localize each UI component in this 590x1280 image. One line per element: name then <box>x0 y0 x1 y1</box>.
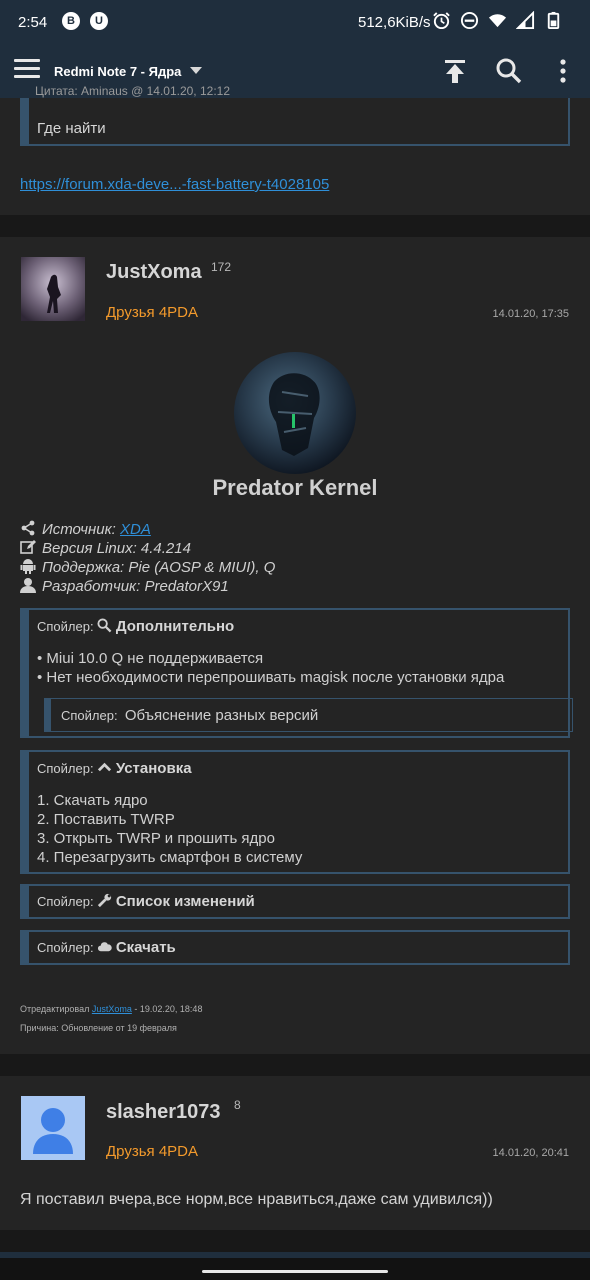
spoiler-header: Спойлер: Скачать <box>37 939 176 956</box>
status-time: 2:54 <box>18 14 48 31</box>
spoiler-header: Спойлер: Объяснение разных версий <box>61 707 318 724</box>
post-card: JustXoma 172 Друзья 4PDA 14.01.20, 17:35… <box>0 237 590 1054</box>
post-card: slasher1073 8 Друзья 4PDA 14.01.20, 20:4… <box>0 1076 590 1230</box>
menu-icon[interactable] <box>14 59 40 81</box>
search-icon <box>97 618 112 633</box>
spoiler-title: Установка <box>115 760 192 777</box>
spoiler-label: Спойлер: <box>61 708 118 723</box>
post-date: 14.01.20, 20:41 <box>492 1147 569 1159</box>
username[interactable]: JustXoma <box>106 261 202 284</box>
home-gesture-bar[interactable] <box>202 1270 388 1273</box>
reputation-count[interactable]: 172 <box>211 260 231 274</box>
kernel-logo-image <box>234 352 356 474</box>
scroll-top-icon[interactable] <box>441 57 469 85</box>
notification-app-icon: U <box>90 12 108 30</box>
developer-info: Разработчик: PredatorX91 <box>42 578 229 595</box>
edit-icon <box>20 540 36 554</box>
share-icon <box>21 520 35 536</box>
developer-line: Разработчик: PredatorX91 <box>20 577 229 595</box>
divider <box>0 1252 590 1258</box>
chevron-down-icon[interactable] <box>190 67 202 74</box>
install-step: 4. Перезагрузить смартфон в систему <box>37 849 303 866</box>
source-label: Источник: <box>42 521 116 538</box>
quote-text: Где найти <box>37 120 106 137</box>
edited-note: Отредактировал JustXoma - 19.02.20, 18:4… <box>20 1004 202 1014</box>
alarm-icon <box>433 12 450 30</box>
linux-version: Версия Linux: 4.4.214 <box>42 540 191 557</box>
post-date: 14.01.20, 17:35 <box>492 308 569 320</box>
spoiler-label: Спойлер: <box>37 940 94 955</box>
signal-icon <box>516 11 535 30</box>
post-text: Я поставил вчера,все норм,все нравиться,… <box>20 1191 493 1208</box>
spoiler-label: Спойлер: <box>37 761 94 776</box>
quote-header: Цитата: Aminaus @ 14.01.20, 12:12 <box>35 84 230 98</box>
kernel-title: Predator Kernel <box>212 475 378 500</box>
install-step: 3. Открыть TWRP и прошить ядро <box>37 830 275 847</box>
spoiler-title: Список изменений <box>115 893 255 910</box>
source-link[interactable]: XDA <box>120 521 151 538</box>
xda-link[interactable]: https://forum.xda-deve...-fast-battery-t… <box>20 176 329 193</box>
spoiler-label: Спойлер: <box>37 619 94 634</box>
linux-version-line: Версия Linux: 4.4.214 <box>20 539 191 557</box>
edit-reason: Причина: Обновление от 19 февраля <box>20 1023 177 1033</box>
spoiler-versions[interactable]: Спойлер: Объяснение разных версий <box>44 698 573 732</box>
spoiler-label: Спойлер: <box>37 894 94 909</box>
spoiler-download[interactable]: Спойлер: Скачать <box>20 930 570 965</box>
edited-date: - 19.02.20, 18:48 <box>134 1004 203 1014</box>
notification-badge-icon: B <box>62 12 80 30</box>
spoiler-title: Скачать <box>115 939 176 956</box>
support-info: Поддержка: Pie (AOSP & MIUI), Q <box>42 559 276 576</box>
install-step: 1. Скачать ядро <box>37 792 148 809</box>
android-icon <box>20 559 36 574</box>
user-icon <box>20 578 36 593</box>
spoiler-changelog[interactable]: Спойлер: Список изменений <box>20 884 570 919</box>
edited-prefix: Отредактировал <box>20 1004 90 1014</box>
search-icon[interactable] <box>495 57 523 85</box>
avatar[interactable] <box>21 1096 85 1160</box>
spoiler-title: Дополнительно <box>115 618 235 635</box>
topic-title[interactable]: Redmi Note 7 - Ядра <box>54 64 181 79</box>
chevron-up-icon <box>98 762 112 772</box>
network-speed: 512,6KiB/s <box>358 14 431 31</box>
install-step: 2. Поставить TWRP <box>37 811 175 828</box>
more-icon[interactable] <box>549 57 577 85</box>
status-bar: 2:54 B U 512,6KiB/s <box>0 0 590 44</box>
source-line: Источник: XDA <box>20 520 151 538</box>
post-card: Цитата: Aminaus @ 14.01.20, 12:12 Где на… <box>0 84 590 215</box>
cloud-icon <box>98 942 112 952</box>
wrench-icon <box>98 893 112 908</box>
spoiler-extra: Спойлер: Дополнительно • Miui 10.0 Q не … <box>20 608 573 738</box>
support-line: Поддержка: Pie (AOSP & MIUI), Q <box>20 558 275 576</box>
spoiler-text: • Miui 10.0 Q не поддерживается <box>37 650 264 667</box>
reputation-count[interactable]: 8 <box>234 1098 241 1112</box>
spoiler-install: Спойлер: Установка 1. Скачать ядро 2. По… <box>20 750 570 874</box>
username[interactable]: slasher1073 <box>106 1101 221 1124</box>
avatar[interactable] <box>21 257 85 321</box>
spoiler-header: Спойлер: Список изменений <box>37 893 255 910</box>
dnd-icon <box>460 11 479 30</box>
quote-block: Цитата: Aminaus @ 14.01.20, 12:12 Где на… <box>20 84 570 146</box>
user-group: Друзья 4PDA <box>106 304 198 321</box>
wifi-icon <box>488 14 507 28</box>
navigation-bar <box>0 1252 590 1280</box>
edited-by-link[interactable]: JustXoma <box>92 1004 132 1014</box>
spoiler-title: Объяснение разных версий <box>124 707 319 724</box>
user-group: Друзья 4PDA <box>106 1143 198 1160</box>
battery-icon <box>547 11 560 30</box>
spoiler-header[interactable]: Спойлер: Дополнительно <box>37 618 234 635</box>
spoiler-header[interactable]: Спойлер: Установка <box>37 760 192 777</box>
spoiler-text: • Нет необходимости перепрошивать magisk… <box>37 669 505 686</box>
